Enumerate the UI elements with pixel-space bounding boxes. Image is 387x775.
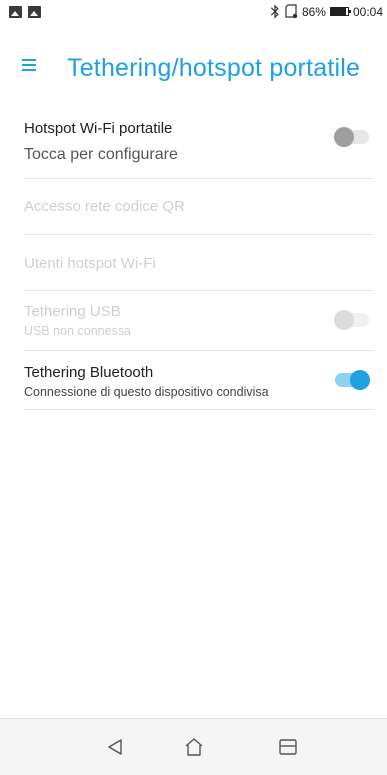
bluetooth-tethering-subtitle: Connessione di questo dispositivo condiv…	[24, 385, 269, 399]
clock: 00:04	[352, 4, 383, 19]
hotspot-wifi-subtitle: Tocca per configurare	[24, 146, 178, 163]
divider	[24, 178, 374, 179]
usb-tethering-subtitle: USB non connessa	[24, 324, 132, 338]
app-header: Tethering/hotspot portatile	[0, 44, 387, 96]
battery-icon	[329, 7, 351, 16]
bluetooth-tethering-toggle[interactable]	[335, 370, 370, 390]
recents-icon[interactable]	[276, 735, 300, 759]
menu-icon[interactable]	[22, 59, 36, 71]
hotspot-wifi-toggle[interactable]	[334, 127, 369, 147]
sd-card-icon	[285, 4, 298, 19]
bluetooth-icon	[270, 4, 279, 19]
bluetooth-tethering-item[interactable]: Tethering Bluetooth Connessione di quest…	[24, 364, 374, 404]
page-title: Tethering/hotspot portatile	[67, 54, 361, 82]
qr-network-access-item: Accesso rete codice QR	[24, 198, 374, 222]
divider	[24, 234, 374, 235]
battery-percent: 86%	[301, 4, 326, 19]
bluetooth-tethering-title: Tethering Bluetooth	[24, 364, 154, 381]
navigation-bar	[0, 718, 387, 775]
back-icon[interactable]	[104, 735, 128, 759]
usb-tethering-toggle	[334, 310, 369, 330]
battery-level	[330, 8, 346, 15]
divider	[24, 409, 374, 410]
usb-tethering-title: Tethering USB	[24, 303, 121, 320]
image-icon	[28, 6, 41, 18]
status-bar: 86% 00:04	[0, 0, 387, 24]
hotspot-users-title: Utenti hotspot Wi-Fi	[24, 255, 156, 272]
qr-network-access-title: Accesso rete codice QR	[24, 198, 185, 215]
status-icons: 86% 00:04	[269, 4, 383, 19]
divider	[24, 290, 374, 291]
usb-tethering-item: Tethering USB USB non connessa	[24, 303, 374, 343]
divider	[24, 350, 374, 351]
hotspot-wifi-title: Hotspot Wi-Fi portatile	[24, 120, 173, 137]
hotspot-users-item: Utenti hotspot Wi-Fi	[24, 255, 374, 279]
notification-icons	[9, 6, 41, 18]
home-icon[interactable]	[182, 735, 206, 759]
hotspot-wifi-item[interactable]: Hotspot Wi-Fi portatile Tocca per config…	[24, 120, 374, 172]
image-icon	[9, 6, 22, 18]
